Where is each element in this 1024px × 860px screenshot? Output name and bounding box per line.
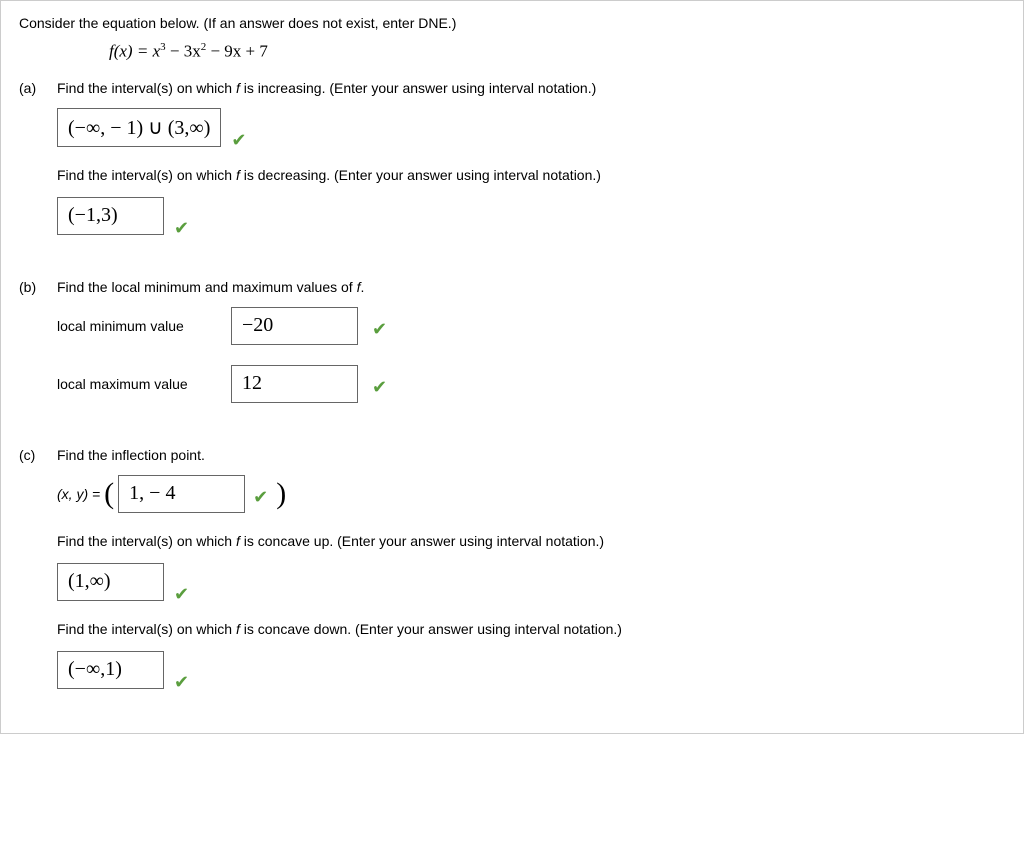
check-icon: ✔ xyxy=(174,584,189,605)
part-a-ans2-input[interactable]: (−1,3) xyxy=(57,197,164,235)
part-c-q2: Find the interval(s) on which f is conca… xyxy=(57,533,1005,549)
local-min-input[interactable]: −20 xyxy=(231,307,358,345)
open-paren: ( xyxy=(104,479,114,509)
part-b-label: (b) xyxy=(19,279,43,295)
check-icon: ✔ xyxy=(231,130,246,151)
problem-container: Consider the equation below. (If an answ… xyxy=(0,0,1024,734)
part-c-q: Find the inflection point. xyxy=(57,447,1005,463)
part-b: (b) Find the local minimum and maximum v… xyxy=(19,279,1005,423)
intro-text: Consider the equation below. (If an answ… xyxy=(19,15,1005,31)
part-c-ans3-input[interactable]: (−∞,1) xyxy=(57,651,164,689)
part-c: (c) Find the inflection point. (x, y) = … xyxy=(19,447,1005,689)
part-a-ans1-input[interactable]: (−∞, − 1) ∪ (3,∞) xyxy=(57,108,221,147)
part-a-q2: Find the interval(s) on which f is decre… xyxy=(57,167,1005,183)
part-c-label: (c) xyxy=(19,447,43,463)
part-b-q: Find the local minimum and maximum value… xyxy=(57,279,1005,295)
check-icon: ✔ xyxy=(174,672,189,693)
part-a: (a) Find the interval(s) on which f is i… xyxy=(19,80,1005,255)
check-icon: ✔ xyxy=(372,319,387,340)
part-c-q3: Find the interval(s) on which f is conca… xyxy=(57,621,1005,637)
close-paren: ) xyxy=(276,479,286,509)
inflection-input[interactable]: 1, − 4 xyxy=(118,475,245,513)
check-icon: ✔ xyxy=(174,218,189,239)
part-c-ans2-input[interactable]: (1,∞) xyxy=(57,563,164,601)
local-max-label: local maximum value xyxy=(57,376,217,392)
check-icon: ✔ xyxy=(372,377,387,398)
part-a-q1: Find the interval(s) on which f is incre… xyxy=(57,80,1005,96)
check-icon: ✔ xyxy=(253,487,268,508)
local-min-label: local minimum value xyxy=(57,318,217,334)
xy-label: (x, y) = xyxy=(57,486,100,502)
part-a-label: (a) xyxy=(19,80,43,96)
equation: f(x) = x3 − 3x2 − 9x + 7 xyxy=(109,41,1005,62)
local-max-input[interactable]: 12 xyxy=(231,365,358,403)
